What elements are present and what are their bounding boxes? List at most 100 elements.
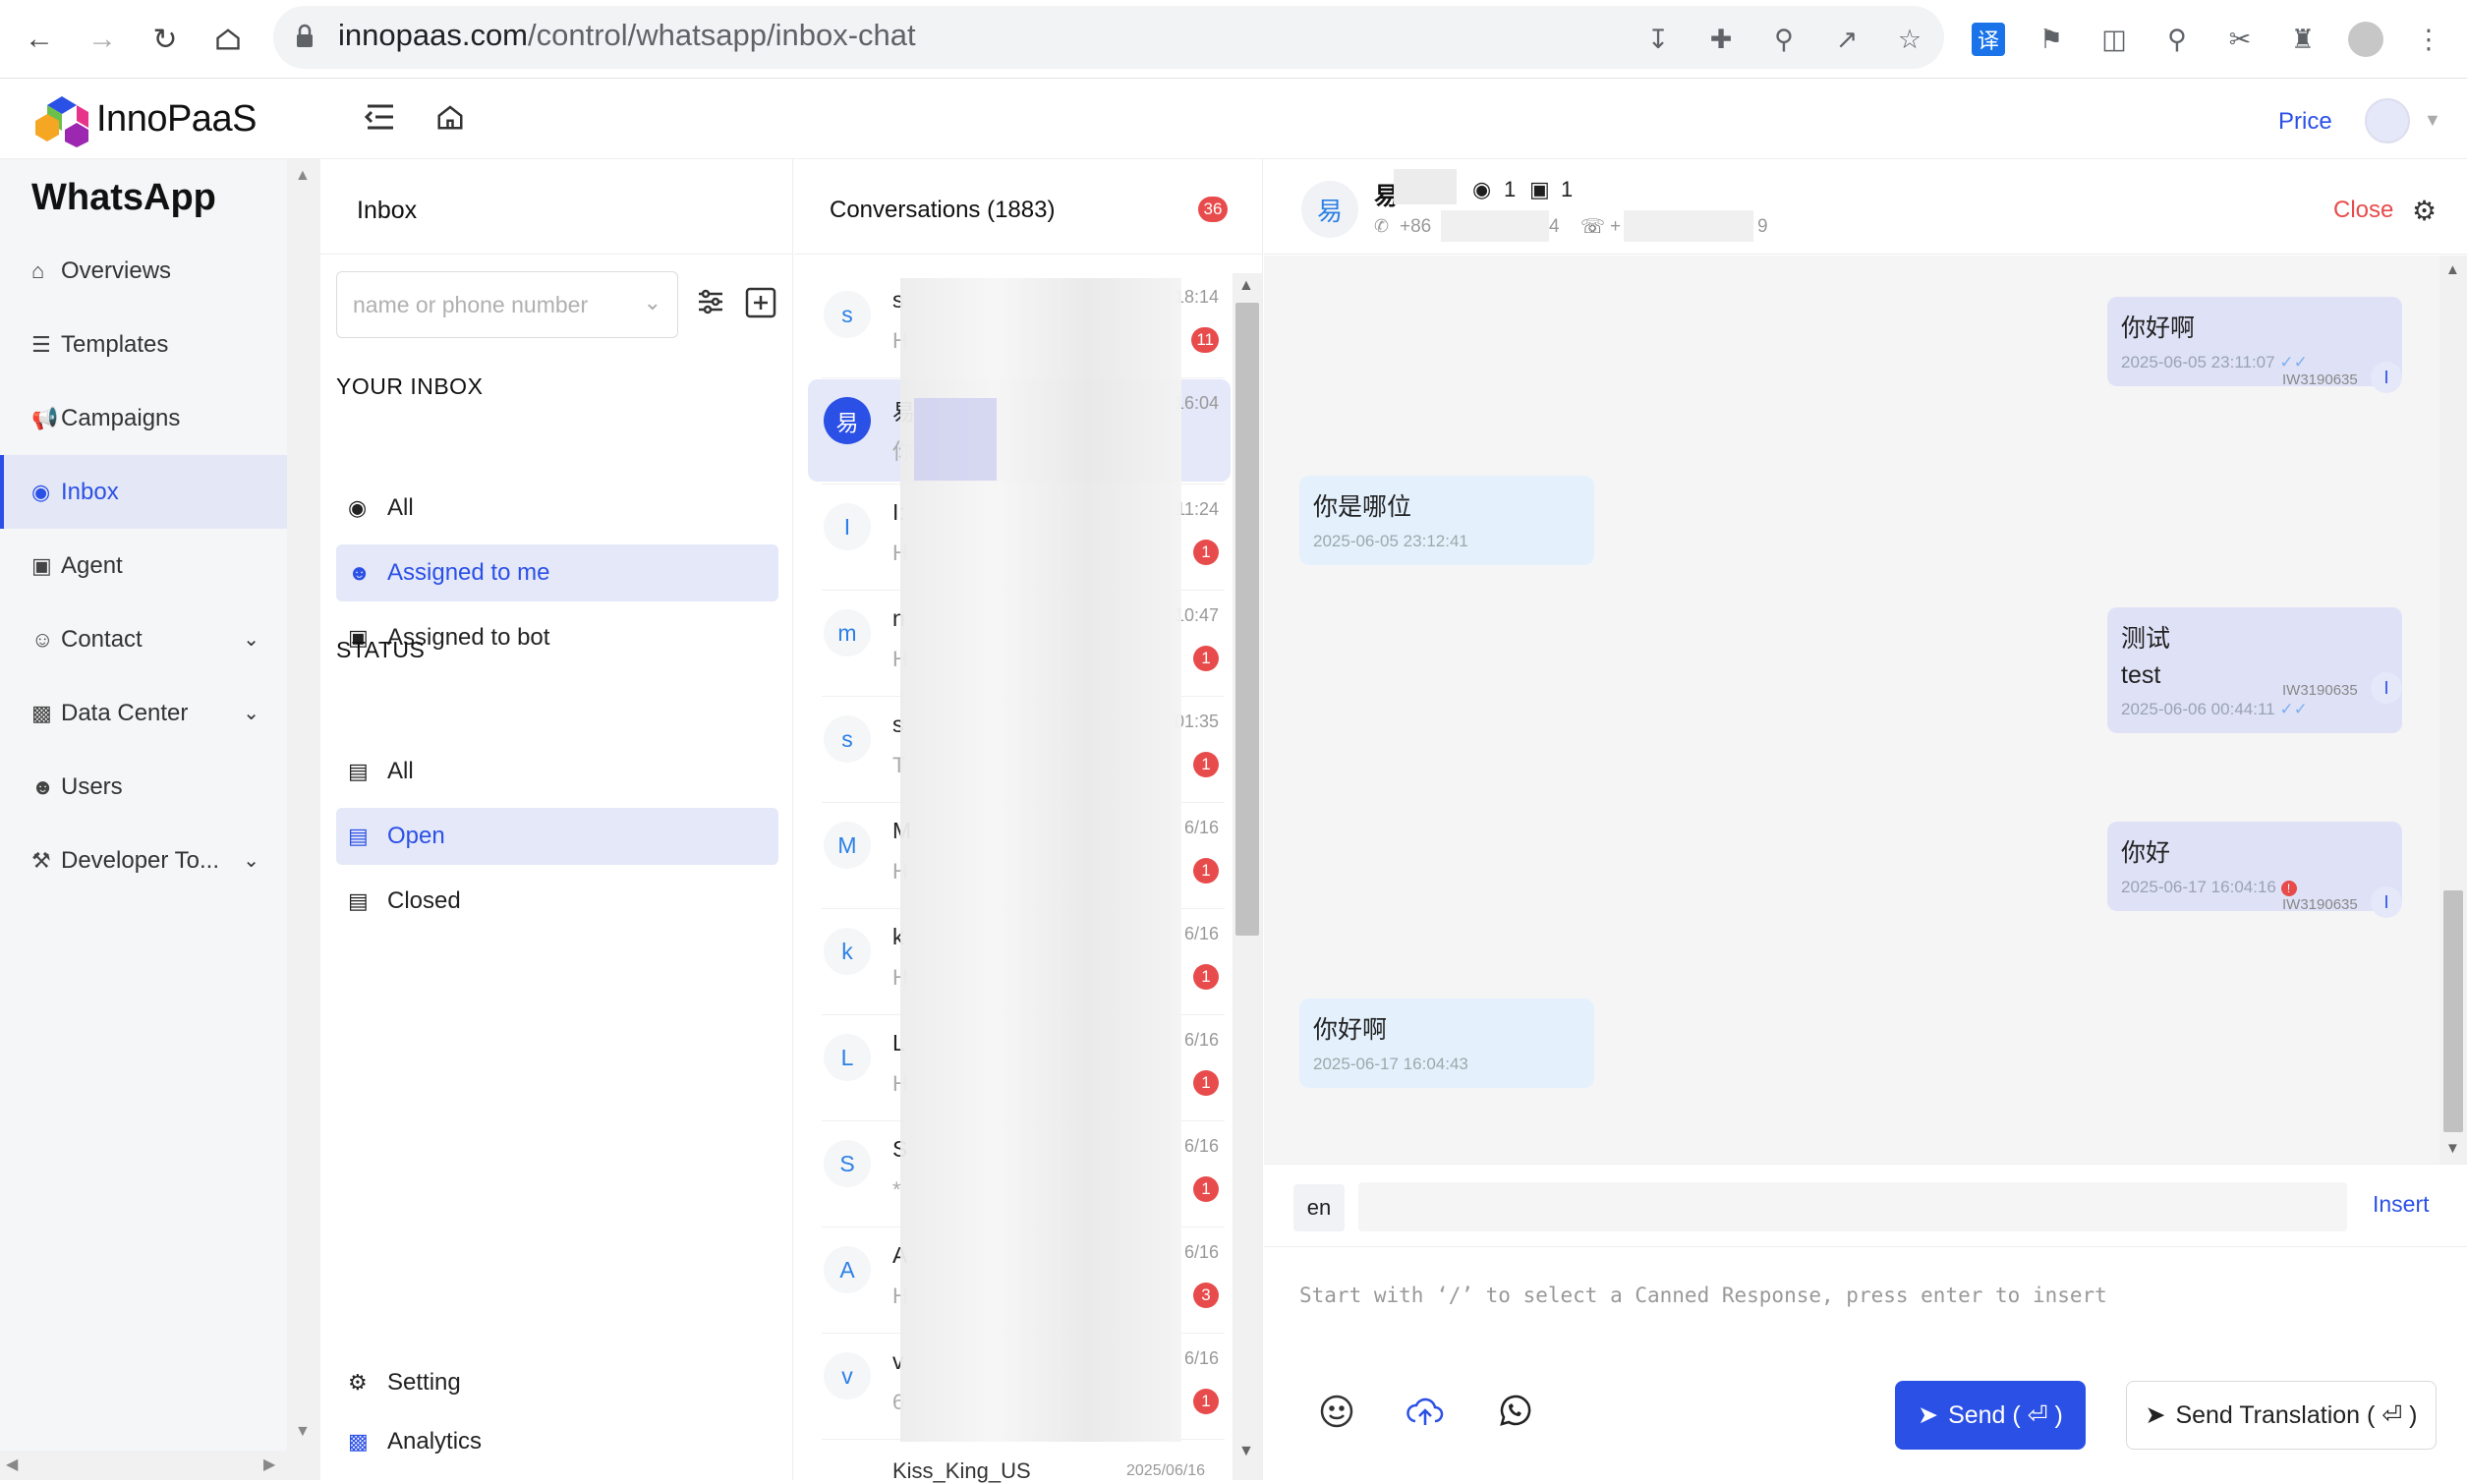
sidebar-scrollbar[interactable] <box>287 159 320 1480</box>
privacy-blur-accent <box>914 398 997 481</box>
install-icon[interactable]: ↧ <box>1636 18 1680 61</box>
conversation-time: 6/16 <box>1183 924 1219 943</box>
upload-cloud-icon[interactable] <box>1406 1396 1445 1434</box>
back-icon[interactable]: ← <box>18 18 61 61</box>
message-input[interactable]: Start with ‘/’ to select a Canned Respon… <box>1299 1284 2107 1307</box>
chat-scroll-down-icon[interactable]: ▼ <box>2445 1140 2460 1157</box>
sidebar-hscrollbar[interactable] <box>0 1451 287 1480</box>
contact-wa-prefix: + <box>1610 216 1622 237</box>
sidebar-item-campaigns[interactable]: 📢 Campaigns <box>0 381 287 455</box>
user-menu-chevron-icon[interactable]: ▼ <box>2424 110 2441 131</box>
lock-icon <box>295 24 315 54</box>
unread-badge: 1 <box>1193 964 1219 990</box>
status-label: STATUS <box>336 637 426 662</box>
status-open[interactable]: ▤ Open <box>336 808 778 865</box>
sidebar-scroll-down-icon[interactable]: ▼ <box>295 1423 311 1441</box>
agent-avatar: I <box>2371 672 2402 704</box>
analytics-link[interactable]: ▩ Analytics <box>336 1413 778 1470</box>
setting-link[interactable]: ⚙ Setting <box>336 1354 778 1411</box>
translation-input[interactable] <box>1358 1182 2347 1231</box>
close-conversation-button[interactable]: Close <box>2333 197 2393 224</box>
chevron-down-icon[interactable]: ⌄ <box>243 848 259 873</box>
chart-icon: ▩ <box>31 700 52 725</box>
sidebar-scroll-up-icon[interactable]: ▲ <box>295 167 311 185</box>
status-all[interactable]: ▤ All <box>336 743 778 800</box>
search-extension-icon[interactable]: ⚲ <box>2155 18 2199 61</box>
reload-icon[interactable]: ↻ <box>143 18 187 61</box>
search-input-box[interactable]: name or phone number ⌄ <box>336 271 678 338</box>
translate-extension-icon[interactable]: 译 <box>1967 18 2010 61</box>
your_inbox-assigned-to-me[interactable]: ☻ Assigned to me <box>336 544 778 601</box>
send-translation-button[interactable]: ➤ Send Translation ( ⏎ ) <box>2126 1381 2437 1450</box>
sidebar-item-contact[interactable]: ☺ Contact ⌄ <box>0 602 287 676</box>
bookmark-star-icon[interactable]: ☆ <box>1888 18 1931 61</box>
translate-page-icon[interactable]: ✚ <box>1699 18 1743 61</box>
your_inbox-all[interactable]: ◉ All <box>336 480 778 537</box>
extensions-puzzle-icon[interactable]: ⚑ <box>2030 18 2073 61</box>
megaphone-icon: 📢 <box>31 405 59 430</box>
conv-scroll-up-icon[interactable]: ▲ <box>1238 277 1254 295</box>
add-conversation-icon[interactable] <box>745 287 776 323</box>
unread-badge: 11 <box>1191 327 1219 353</box>
headset-icon: ◉ <box>348 495 368 520</box>
send-error-icon[interactable]: ! <box>2280 881 2297 896</box>
search-input[interactable]: name or phone number <box>353 292 588 318</box>
chevron-down-icon[interactable]: ⌄ <box>243 701 259 725</box>
conversation-avatar: S <box>824 1140 871 1187</box>
emoji-icon[interactable] <box>1319 1394 1354 1434</box>
sidebar-item-templates[interactable]: ☰ Templates <box>0 308 287 381</box>
share-icon[interactable]: ↗ <box>1825 18 1868 61</box>
sidebar-item-developer-to[interactable]: ⚒ Developer To... ⌄ <box>0 824 287 897</box>
sidebar-item-label: Overviews <box>61 257 172 284</box>
chat-scroll-thumb[interactable] <box>2443 890 2463 1132</box>
forward-icon[interactable]: → <box>81 18 124 61</box>
conv-scroll-down-icon[interactable]: ▼ <box>1238 1443 1254 1460</box>
send-button[interactable]: ➤ Send ( ⏎ ) <box>1895 1381 2086 1450</box>
message-timestamp: 2025-06-06 00:44:11 ✓✓ <box>2121 700 2308 718</box>
zoom-icon[interactable]: ⚲ <box>1762 18 1806 61</box>
chat-settings-gear-icon[interactable]: ⚙ <box>2412 195 2437 227</box>
url-text[interactable]: innopaas.com/control/whatsapp/inbox-chat <box>338 18 916 53</box>
phone-blur <box>1441 210 1549 242</box>
home-nav-icon[interactable] <box>434 102 466 137</box>
sidebar-item-users[interactable]: ☻ Users <box>0 750 287 824</box>
menu-kebab-icon[interactable]: ⋮ <box>2407 18 2450 61</box>
sidebar-item-label: Inbox <box>61 478 119 505</box>
insert-button[interactable]: Insert <box>2373 1191 2430 1218</box>
status-closed[interactable]: ▤ Closed <box>336 873 778 930</box>
conversations-scroll-thumb[interactable] <box>1235 303 1259 936</box>
chat-scroll-up-icon[interactable]: ▲ <box>2445 261 2460 278</box>
conversation-avatar: M <box>824 822 871 869</box>
agent-avatar: I <box>2371 886 2402 918</box>
sidebar-item-overviews[interactable]: ⌂ Overviews <box>0 234 287 308</box>
filter-sliders-icon[interactable] <box>696 287 725 321</box>
hscroll-right-icon[interactable]: ▶ <box>263 1455 275 1474</box>
user-avatar[interactable] <box>2365 98 2410 143</box>
home-icon[interactable] <box>206 18 250 61</box>
incoming-message: 你是哪位 2025-06-05 23:12:41 <box>1299 476 1594 565</box>
side-panel-icon[interactable]: ◫ <box>2093 18 2136 61</box>
castle-extension-icon[interactable]: ♜ <box>2281 18 2324 61</box>
your-inbox-label: YOUR INBOX <box>336 373 484 399</box>
sidebar-item-data-center[interactable]: ▩ Data Center ⌄ <box>0 676 287 750</box>
sidebar-item-agent[interactable]: ▣ Agent <box>0 529 287 602</box>
language-select[interactable]: en <box>1293 1184 1345 1231</box>
inbox-divider <box>320 254 793 255</box>
whatsapp-template-icon[interactable] <box>1496 1394 1531 1434</box>
agent-id-label: IW3190635 <box>2282 896 2358 913</box>
search-dropdown-chevron-icon[interactable]: ⌄ <box>644 290 661 315</box>
collapse-menu-icon[interactable] <box>364 102 395 137</box>
sidebar-item-inbox[interactable]: ◉ Inbox <box>0 455 287 529</box>
conversation-avatar: v <box>824 1352 871 1399</box>
inbox-title: Inbox <box>357 197 418 224</box>
profile-icon[interactable] <box>2344 18 2387 61</box>
innopaas-logo-icon <box>33 94 90 152</box>
outgoing-message: 测试 test 2025-06-06 00:44:11 ✓✓ <box>2107 607 2402 733</box>
hscroll-left-icon[interactable]: ◀ <box>6 1455 18 1474</box>
scissors-icon[interactable]: ✂ <box>2218 18 2262 61</box>
conversation-time: 6/16 <box>1183 1242 1219 1262</box>
partial-row-time: 2025/06/16 <box>1126 1462 1206 1479</box>
chevron-down-icon[interactable]: ⌄ <box>243 627 259 652</box>
send-paper-plane-icon: ➤ <box>1918 1401 1939 1429</box>
price-link[interactable]: Price <box>2278 108 2332 136</box>
